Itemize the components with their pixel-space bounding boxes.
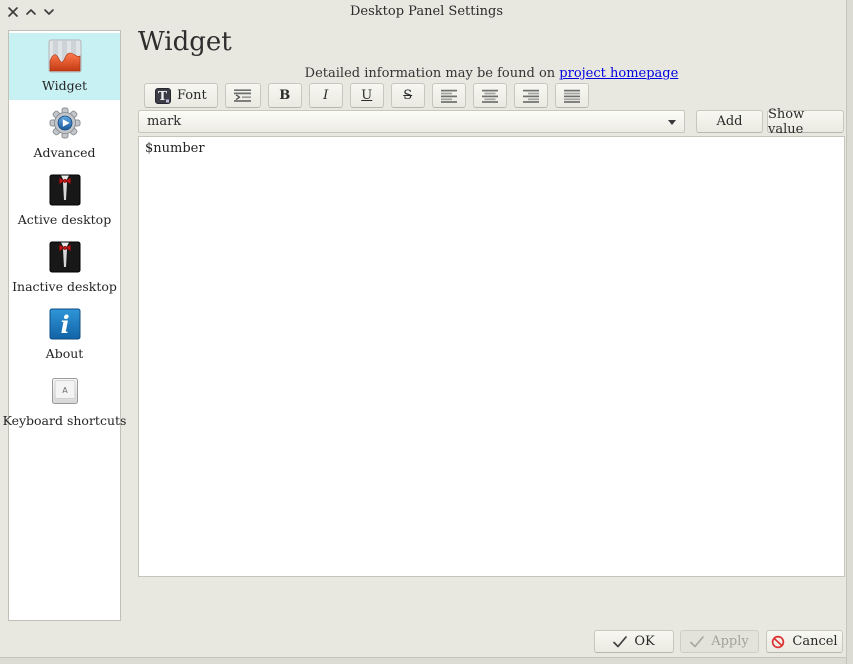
add-button-label: Add [716,114,742,129]
italic-glyph: I [323,88,328,103]
sidebar-item-active-desktop[interactable]: Active desktop [9,167,120,234]
svg-text:i: i [60,310,69,339]
page-title: Widget [138,27,232,57]
editor-content: $number [145,141,205,156]
close-icon[interactable] [6,5,20,19]
align-center-icon [482,89,498,103]
bold-glyph: B [279,88,290,103]
sidebar-item-label: Keyboard shortcuts [3,413,127,428]
chevron-up-icon[interactable] [24,5,38,19]
sidebar-item-label: Inactive desktop [12,279,117,294]
sidebar-item-keyboard-shortcuts[interactable]: A Keyboard shortcuts [9,368,120,435]
widget-text-editor[interactable]: $number [138,136,845,577]
bold-button[interactable]: B [268,83,302,108]
font-icon: T [155,88,171,104]
chevron-down-icon[interactable] [42,5,56,19]
check-icon [690,636,704,648]
align-left-button[interactable] [432,83,466,108]
format-toolbar: T Font B I U S [144,83,589,108]
window-title: Desktop Panel Settings [0,0,853,24]
strikethrough-button[interactable]: S [391,83,425,108]
info-text: Detailed information may be found on [305,66,555,81]
apply-button-label: Apply [711,634,749,649]
align-right-icon [523,89,539,103]
ok-button[interactable]: OK [594,630,674,653]
align-left-icon [441,89,457,103]
indent-icon [234,88,252,104]
sidebar-item-about[interactable]: i About [9,301,120,368]
widget-chart-icon [48,39,82,73]
mark-combobox-value: mark [147,114,181,129]
project-homepage-link[interactable]: project homepage [559,66,678,81]
font-button-label: Font [177,88,207,103]
window-frame-bottom [0,657,846,664]
italic-button[interactable]: I [309,83,343,108]
apply-button[interactable]: Apply [680,630,759,653]
add-button[interactable]: Add [696,110,763,133]
underline-glyph: U [361,88,372,103]
svg-text:A: A [62,386,68,395]
align-justify-button[interactable] [555,83,589,108]
tuxedo-icon [48,240,82,274]
cancel-button-label: Cancel [792,634,837,649]
info-line: Detailed information may be found on pro… [138,66,845,81]
ok-button-label: OK [634,634,654,649]
check-icon [613,636,627,648]
svg-text:T: T [158,89,167,103]
indent-button[interactable] [225,83,261,108]
sidebar: Widget [8,30,121,621]
combo-dropdown-arrow-icon [668,120,676,125]
keyboard-key-icon: A [48,374,82,408]
show-value-button[interactable]: Show value [767,110,844,133]
underline-button[interactable]: U [350,83,384,108]
cancel-slash-icon [771,635,785,649]
info-icon: i [48,307,82,341]
align-right-button[interactable] [514,83,548,108]
align-center-button[interactable] [473,83,507,108]
sidebar-item-label: Active desktop [18,212,111,227]
font-button[interactable]: T Font [144,83,218,108]
cancel-button[interactable]: Cancel [766,630,843,653]
strikethrough-glyph: S [403,88,412,103]
sidebar-item-label: Advanced [34,145,96,160]
mark-combobox[interactable]: mark [138,110,685,133]
sidebar-item-widget[interactable]: Widget [9,33,120,100]
show-value-button-label: Show value [768,107,843,137]
sidebar-item-inactive-desktop[interactable]: Inactive desktop [9,234,120,301]
gear-icon [48,106,82,140]
tuxedo-icon [48,173,82,207]
sidebar-item-label: About [46,346,84,361]
sidebar-item-advanced[interactable]: Advanced [9,100,120,167]
window-frame-right [846,0,853,664]
align-justify-icon [564,89,580,103]
titlebar: Desktop Panel Settings [0,0,853,24]
sidebar-item-label: Widget [42,78,87,93]
